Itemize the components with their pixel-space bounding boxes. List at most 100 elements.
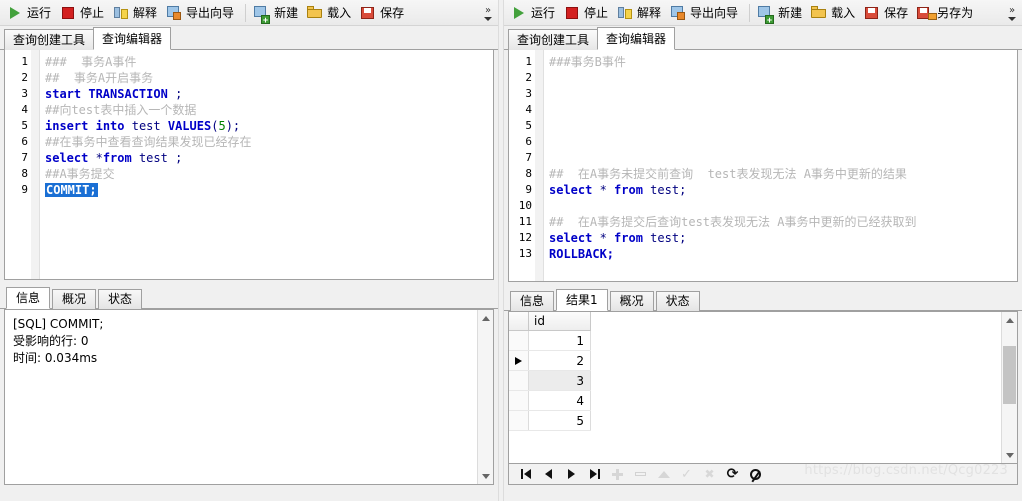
load-button[interactable]: 载入 [808, 2, 861, 24]
code-line[interactable] [549, 86, 1017, 102]
right-code-editor[interactable]: 1 2 3 4 5 6 7 8 9 10 11 12 13 ###事务B事件 ## 在A事务未提交前查询 … [508, 50, 1018, 282]
code-line[interactable]: ##A事务提交 [45, 166, 493, 182]
left-info-scrollbar[interactable] [477, 310, 493, 484]
row-indicator[interactable] [509, 330, 529, 351]
first-record-button[interactable] [515, 465, 536, 483]
explain-button[interactable]: 解释 [110, 2, 163, 24]
tab-profile[interactable]: 概况 [52, 289, 97, 309]
code-line[interactable]: ##向test表中插入一个数据 [45, 102, 493, 118]
scroll-up-button[interactable] [1002, 312, 1017, 328]
code-line[interactable]: ### 事务A事件 [45, 54, 493, 70]
code-line[interactable]: start TRANSACTION ; [45, 86, 493, 102]
tab-info[interactable]: 信息 [6, 287, 51, 309]
save-button[interactable]: 保存 [861, 2, 914, 24]
toolbar-separator [749, 3, 751, 22]
tab-query-editor[interactable]: 查询编辑器 [597, 27, 676, 50]
toolbar-overflow-button[interactable]: » [480, 0, 496, 26]
code-line[interactable]: insert into test VALUES(5); [45, 118, 493, 134]
code-line[interactable]: ## 在A事务提交后查询test表发现无法 A事务中更新的已经获取到 [549, 214, 1017, 230]
left-info-panel: [SQL] COMMIT; 受影响的行: 0 时间: 0.034ms [4, 309, 494, 485]
code-line[interactable] [549, 150, 1017, 166]
tab-info[interactable]: 信息 [510, 291, 555, 311]
code-line[interactable]: ###事务B事件 [549, 54, 1017, 70]
code-line[interactable] [549, 198, 1017, 214]
explain-button-label: 解释 [637, 6, 662, 20]
tab-profile[interactable]: 概况 [609, 291, 654, 311]
cell-id[interactable]: 4 [528, 390, 591, 411]
result-table[interactable]: id 12345 [509, 312, 591, 431]
code-line[interactable]: ROLLBACK; [549, 246, 1017, 262]
code-line[interactable] [549, 134, 1017, 150]
right-query-pane: 运行 停止 解释 导出向导 新建 载入 [504, 0, 1022, 501]
column-header-id[interactable]: id [528, 312, 591, 331]
run-button[interactable]: 运行 [508, 2, 561, 24]
code-line[interactable]: ## 事务A开启事务 [45, 70, 493, 86]
right-code-area[interactable]: ###事务B事件 ## 在A事务未提交前查询 test表发现无法 A事务中更新的结… [544, 50, 1017, 281]
scroll-up-button[interactable] [478, 310, 493, 326]
last-record-button[interactable] [584, 465, 605, 483]
row-indicator[interactable] [509, 350, 529, 371]
stop-button[interactable]: 停止 [561, 2, 614, 24]
prev-record-button[interactable] [538, 465, 559, 483]
tab-result-1[interactable]: 结果1 [556, 289, 608, 311]
cell-id[interactable]: 3 [528, 370, 591, 391]
next-record-button[interactable] [561, 465, 582, 483]
export-wizard-button[interactable]: 导出向导 [163, 2, 240, 24]
new-button[interactable]: 新建 [755, 2, 808, 24]
table-row[interactable]: 2 [509, 350, 591, 371]
result-grid-scrollbar[interactable] [1001, 312, 1017, 463]
run-button[interactable]: 运行 [4, 2, 57, 24]
code-line[interactable]: ##在事务中查看查询结果发现已经存在 [45, 134, 493, 150]
code-token: ; [167, 87, 183, 101]
line-number: 2 [21, 71, 28, 84]
save-button[interactable]: 保存 [357, 2, 410, 24]
new-button[interactable]: 新建 [251, 2, 304, 24]
code-line[interactable]: select *from test ; [45, 150, 493, 166]
tab-query-builder[interactable]: 查询创建工具 [4, 29, 95, 50]
table-row[interactable]: 4 [509, 390, 591, 411]
code-line[interactable] [549, 70, 1017, 86]
line-number: 7 [21, 151, 28, 164]
cell-id[interactable]: 2 [528, 350, 591, 371]
tab-query-editor[interactable]: 查询编辑器 [93, 27, 172, 50]
stop-button[interactable]: 停止 [57, 2, 110, 24]
add-record-button [607, 465, 628, 483]
line-number: 3 [21, 87, 28, 100]
row-indicator[interactable] [509, 410, 529, 431]
tab-query-builder[interactable]: 查询创建工具 [508, 29, 599, 50]
left-code-editor[interactable]: 123456789 ### 事务A事件 ## 事务A开启事务 start TRANS… [4, 50, 494, 280]
scrollbar-thumb[interactable] [1003, 346, 1016, 404]
code-line[interactable] [549, 118, 1017, 134]
table-row[interactable]: 5 [509, 410, 591, 431]
minus-icon [635, 472, 646, 476]
chevron-up-icon [481, 315, 490, 321]
line-number: 13 [518, 247, 532, 260]
cell-id[interactable]: 5 [528, 410, 591, 431]
row-indicator[interactable] [509, 370, 529, 391]
line-number: 7 [525, 151, 532, 164]
left-code-area[interactable]: ### 事务A事件 ## 事务A开启事务 start TRANSACTION ; ##… [40, 50, 493, 279]
code-line[interactable]: ## 在A事务未提交前查询 test表发现无法 A事务中更新的结果 [549, 166, 1017, 182]
export-wizard-button[interactable]: 导出向导 [667, 2, 744, 24]
code-line[interactable]: select * from test; [549, 182, 1017, 198]
tab-status[interactable]: 状态 [98, 289, 143, 309]
code-token: select [549, 183, 593, 197]
table-row[interactable]: 1 [509, 330, 591, 351]
tab-status[interactable]: 状态 [655, 291, 700, 311]
explain-button[interactable]: 解释 [614, 2, 667, 24]
code-line[interactable]: COMMIT; [45, 182, 493, 198]
code-line[interactable]: select * from test; [549, 230, 1017, 246]
check-icon: ✓ [681, 466, 692, 482]
toolbar-overflow-button[interactable]: » [1004, 0, 1020, 26]
refresh-record-button[interactable]: ⟳ [722, 465, 743, 483]
row-indicator[interactable] [509, 390, 529, 411]
table-row[interactable]: 3 [509, 370, 591, 391]
stop-record-button[interactable] [745, 465, 766, 483]
cell-id[interactable]: 1 [528, 330, 591, 351]
save-as-button[interactable]: 另存为 [914, 2, 979, 24]
scroll-down-button[interactable] [1002, 447, 1017, 463]
line-number: 9 [21, 183, 28, 196]
load-button[interactable]: 载入 [304, 2, 357, 24]
code-line[interactable] [549, 102, 1017, 118]
scroll-down-button[interactable] [478, 468, 493, 484]
